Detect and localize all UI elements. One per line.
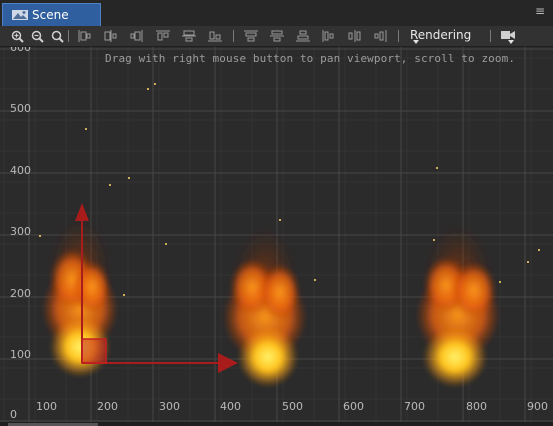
x-tick-label: 900: [527, 400, 548, 413]
toolbar-separator: [398, 30, 399, 42]
zoom-out-icon[interactable]: [29, 28, 45, 44]
fire-particle-system-3[interactable]: [416, 224, 500, 387]
x-tick-label: 700: [404, 400, 425, 413]
x-tick-label: 200: [97, 400, 118, 413]
zoom-reset-icon[interactable]: [49, 28, 65, 44]
horizontal-scrollbar[interactable]: [0, 422, 553, 426]
scene-viewport[interactable]: Drag with right mouse button to pan view…: [0, 47, 553, 426]
distribute-right-icon[interactable]: [373, 28, 389, 44]
x-tick-label: 800: [466, 400, 487, 413]
x-tick-label: 100: [36, 400, 57, 413]
x-tick-label: 600: [343, 400, 364, 413]
gizmo-y-arrowhead[interactable]: [75, 203, 89, 221]
align-top-icon[interactable]: [155, 28, 171, 44]
y-tick-label: 600: [10, 47, 31, 54]
chevron-down-icon: [508, 40, 514, 44]
y-tick-label: 0: [10, 408, 17, 421]
align-center-h-icon[interactable]: [103, 28, 119, 44]
y-tick-label: 500: [10, 102, 31, 115]
align-right-icon[interactable]: [129, 28, 145, 44]
toolbar-separator: [68, 30, 69, 42]
viewport-hint: Drag with right mouse button to pan view…: [105, 52, 516, 65]
y-tick-label: 400: [10, 164, 31, 177]
align-left-icon[interactable]: [77, 28, 93, 44]
tab-label: Scene: [32, 8, 69, 22]
x-tick-label: 400: [220, 400, 241, 413]
menu-icon[interactable]: ≡: [533, 4, 547, 18]
align-middle-v-icon[interactable]: [181, 28, 197, 44]
rendering-label: Rendering: [410, 28, 472, 42]
scene-toolbar: Rendering: [0, 26, 553, 47]
tab-bar: Scene ≡: [0, 0, 553, 26]
y-tick-label: 300: [10, 225, 31, 238]
distribute-middle-icon[interactable]: [269, 28, 285, 44]
y-tick-label: 200: [10, 287, 31, 300]
y-tick-label: 100: [10, 348, 31, 361]
viewport-canvas: [0, 47, 553, 426]
align-bottom-icon[interactable]: [207, 28, 223, 44]
rendering-dropdown[interactable]: Rendering: [410, 26, 471, 46]
distribute-bottom-icon[interactable]: [295, 28, 311, 44]
distribute-top-icon[interactable]: [243, 28, 259, 44]
x-tick-label: 500: [282, 400, 303, 413]
toolbar-separator: [233, 30, 234, 42]
zoom-in-icon[interactable]: [9, 28, 25, 44]
scene-icon: [12, 10, 28, 20]
toolbar-separator: [490, 30, 491, 42]
chevron-down-icon: [413, 40, 419, 44]
tab-scene[interactable]: Scene: [2, 3, 101, 26]
gizmo-center-handle[interactable]: [81, 338, 107, 364]
distribute-center-icon[interactable]: [347, 28, 363, 44]
distribute-left-icon[interactable]: [321, 28, 337, 44]
x-tick-label: 300: [159, 400, 180, 413]
